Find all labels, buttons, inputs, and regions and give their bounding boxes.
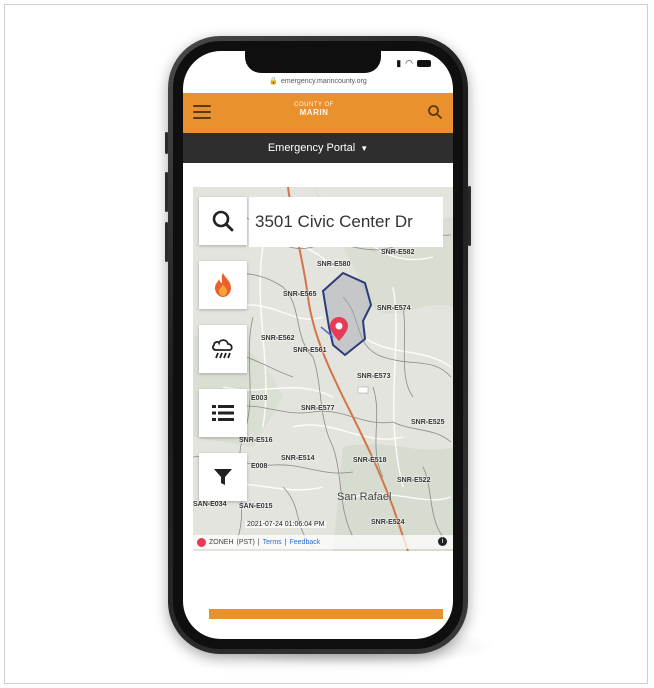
wifi-icon: ◠ <box>405 58 413 68</box>
zonehaven-logo-icon <box>197 537 206 547</box>
zone-label[interactable]: SNR-E522 <box>397 477 430 484</box>
url-text: emergency.marincounty.org <box>280 78 367 85</box>
filter-icon <box>214 469 232 485</box>
hamburger-menu-icon[interactable] <box>193 105 211 119</box>
map-attribution: ZONEH (PST) | Terms | Feedback <box>193 535 453 549</box>
zone-label[interactable]: SNR-E525 <box>411 419 444 426</box>
location-marker-icon[interactable] <box>330 317 348 341</box>
site-header: COUNTY OF MARIN <box>183 93 453 133</box>
phone-notch <box>245 51 381 73</box>
battery-icon <box>417 60 431 67</box>
map-timestamp: 2021-07-24 01:06:04 PM <box>245 521 327 528</box>
weather-tool-button[interactable] <box>199 325 247 373</box>
zone-label[interactable]: SNR-E514 <box>281 455 314 462</box>
lock-icon: 🔒 <box>269 78 278 85</box>
power-button <box>468 186 471 246</box>
search-icon <box>212 210 234 232</box>
address-search-input[interactable]: 3501 Civic Center Dr <box>249 197 443 247</box>
zone-label[interactable]: SNR-E580 <box>317 261 350 268</box>
zone-label[interactable]: SNR-E574 <box>377 305 410 312</box>
zone-label[interactable]: SAN-E015 <box>239 503 272 510</box>
zone-label[interactable]: E008 <box>251 463 267 470</box>
browser-url-bar[interactable]: 🔒 emergency.marincounty.org <box>183 77 453 91</box>
zone-label[interactable]: SAN-E034 <box>193 501 226 508</box>
portal-label: Emergency Portal <box>267 142 356 154</box>
zone-label[interactable]: SNR-E562 <box>261 335 294 342</box>
zone-label[interactable]: E003 <box>251 395 267 402</box>
phone-device: ▮ ◠ 🔒 emergency.marincounty.org COUNTY OF… <box>165 36 471 654</box>
city-label: San Rafael <box>337 491 392 503</box>
feedback-link[interactable]: Feedback <box>290 539 321 546</box>
separator: | <box>257 538 260 546</box>
phone-bezel: ▮ ◠ 🔒 emergency.marincounty.org COUNTY OF… <box>173 41 463 649</box>
zone-label[interactable]: SNR-E577 <box>301 405 334 412</box>
search-tool-button[interactable] <box>199 197 247 245</box>
logo-line2: MARIN <box>299 108 329 117</box>
info-icon[interactable]: i <box>438 537 447 546</box>
terms-link[interactable]: Terms <box>263 539 282 546</box>
zone-label[interactable]: SNR-E573 <box>357 373 390 380</box>
phone-screen: ▮ ◠ 🔒 emergency.marincounty.org COUNTY OF… <box>183 51 453 639</box>
list-icon <box>212 405 234 421</box>
footer-accent-bar <box>209 609 443 619</box>
zone-label[interactable]: SNR-E582 <box>381 249 414 256</box>
zone-label[interactable]: SNR-E518 <box>353 457 386 464</box>
fire-tool-button[interactable] <box>199 261 247 309</box>
caret-down-icon: ▼ <box>360 144 369 153</box>
mute-switch <box>165 132 168 154</box>
emergency-portal-dropdown[interactable]: Emergency Portal ▼ <box>183 133 453 163</box>
marin-county-logo[interactable]: COUNTY OF MARIN <box>289 101 339 125</box>
zone-label[interactable]: SNR-E524 <box>371 519 404 526</box>
fire-icon <box>215 273 231 297</box>
signal-icon: ▮ <box>396 58 402 68</box>
status-bar: ▮ ◠ <box>396 58 431 69</box>
volume-down-button <box>165 222 168 262</box>
zone-label[interactable]: SNR-E516 <box>239 437 272 444</box>
timezone-label: (PST) <box>236 538 255 546</box>
separator: | <box>284 538 287 546</box>
rain-cloud-icon <box>212 339 233 359</box>
list-tool-button[interactable] <box>199 389 247 437</box>
header-search-icon[interactable] <box>427 104 443 120</box>
attribution-brand: ZONEH <box>209 538 234 546</box>
filter-tool-button[interactable] <box>199 453 247 501</box>
volume-up-button <box>165 172 168 212</box>
zone-label[interactable]: SNR-E561 <box>293 347 326 354</box>
zone-label[interactable]: SNR-E565 <box>283 291 316 298</box>
